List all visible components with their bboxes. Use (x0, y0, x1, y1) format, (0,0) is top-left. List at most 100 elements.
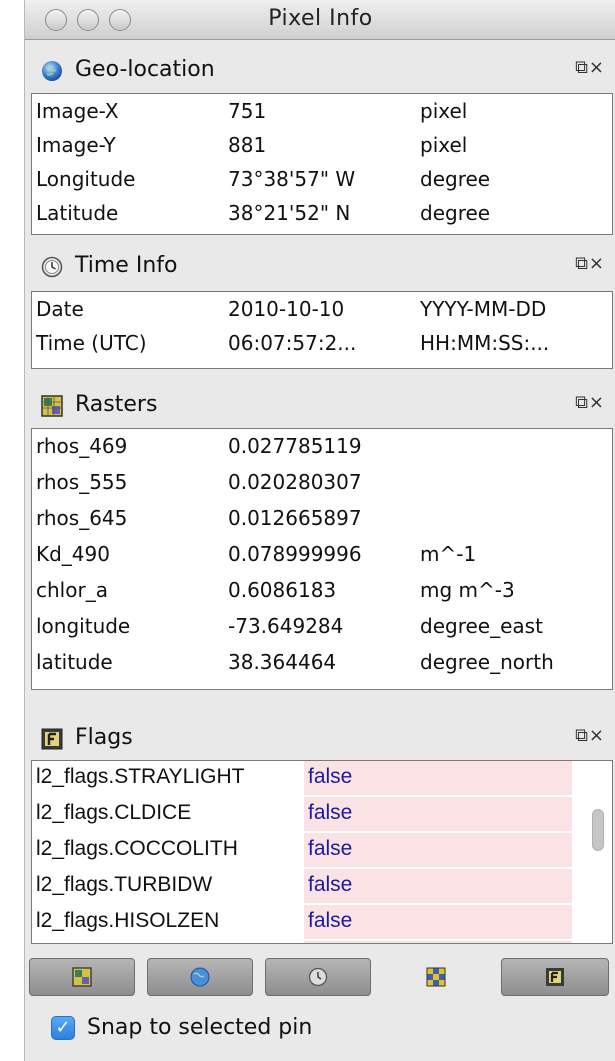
snap-to-pin-checkbox[interactable]: ✓ (51, 1016, 75, 1040)
geo-unit-cell: degree (420, 201, 491, 225)
flags-scroll-thumb[interactable] (592, 809, 604, 851)
rasters-name-cell: rhos_469 (36, 434, 128, 458)
tab-pixel-view[interactable] (383, 958, 489, 996)
flag-value-cell: false (304, 941, 572, 943)
flag-row[interactable]: l2_flags.TURBIDW false (32, 869, 612, 903)
geo-row: Image-X 751 pixel (32, 96, 612, 130)
flag-value-cell: false (304, 833, 572, 867)
rasters-unit-cell: degree_north (420, 650, 554, 674)
flags-table[interactable]: l2_flags.LOWLWfalsel2_flags.HISOLZENfals… (31, 760, 613, 944)
flag-row[interactable]: l2_flags.STRAYLIGHT false (32, 761, 612, 795)
geo-location-header[interactable]: Geo-location ⧉× (31, 52, 613, 90)
time-unit-cell: YYYY-MM-DD (420, 297, 547, 321)
tab-rasters[interactable] (29, 958, 135, 996)
panel-tab-bar (25, 958, 615, 998)
rasters-value-cell: 0.6086183 (228, 578, 337, 602)
flags-f-icon (546, 968, 564, 986)
geo-unit-cell: pixel (420, 99, 468, 123)
geo-location-float-close-controls[interactable]: ⧉× (575, 57, 605, 78)
geo-row: Longitude 73°38'57" W degree (32, 164, 612, 198)
rasters-name-cell: Kd_490 (36, 542, 110, 566)
flag-value-cell: false (304, 761, 572, 795)
rasters-row: latitude 38.364464 degree_north (32, 647, 612, 681)
flag-value-cell: false (304, 797, 572, 831)
time-name-cell: Time (UTC) (36, 331, 147, 355)
rasters-row: longitude -73.649284 degree_east (32, 611, 612, 645)
rasters-title: Rasters (75, 392, 158, 417)
geo-unit-cell: pixel (420, 133, 468, 157)
geo-name-cell: Image-Y (36, 133, 116, 157)
time-info-float-close-controls[interactable]: ⧉× (575, 253, 605, 274)
rasters-value-cell: -73.649284 (228, 614, 344, 638)
globe-icon (190, 967, 210, 987)
raster-grid-icon (41, 395, 63, 417)
geo-value-cell: 73°38'57" W (228, 167, 356, 191)
rasters-value-cell: 0.012665897 (228, 506, 362, 530)
geo-unit-cell: degree (420, 167, 491, 191)
flag-row[interactable]: l2_flags.CLDICE false (32, 797, 612, 831)
rasters-unit-cell: m^-1 (420, 542, 477, 566)
rasters-name-cell: rhos_555 (36, 470, 128, 494)
geo-name-cell: Longitude (36, 167, 136, 191)
rasters-row: chlor_a 0.6086183 mg m^-3 (32, 575, 612, 609)
rasters-row: rhos_555 0.020280307 (32, 467, 612, 501)
geo-value-cell: 881 (228, 133, 267, 157)
flag-name-cell: l2_flags.TURBIDW (36, 873, 213, 896)
time-info-header[interactable]: Time Info ⧉× (31, 248, 613, 286)
clock-icon (41, 256, 63, 278)
rasters-value-cell: 0.027785119 (228, 434, 362, 458)
time-name-cell: Date (36, 297, 84, 321)
flag-value-cell: false (304, 869, 572, 903)
rasters-value-cell: 0.020280307 (228, 470, 362, 494)
rasters-name-cell: longitude (36, 614, 131, 638)
flags-header[interactable]: Flags ⧉× (31, 720, 613, 758)
title-bar[interactable]: Pixel Info (25, 0, 615, 40)
flag-name-cell: l2_flags.CLDICE (36, 801, 192, 824)
time-row: Time (UTC) 06:07:57:2... HH:MM:SS:... (32, 328, 612, 362)
rasters-name-cell: latitude (36, 650, 113, 674)
tab-geo-location[interactable] (147, 958, 253, 996)
flags-float-close-controls[interactable]: ⧉× (575, 725, 605, 746)
rasters-value-cell: 38.364464 (228, 650, 337, 674)
geo-name-cell: Latitude (36, 201, 119, 225)
flag-row[interactable]: l2_flags.HISOLZEN false (32, 905, 612, 939)
rasters-value-cell: 0.078999996 (228, 542, 362, 566)
tab-flags[interactable] (501, 958, 609, 996)
pixel-mosaic-icon (426, 967, 446, 987)
time-info-table: Date 2010-10-10 YYYY-MM-DD Time (UTC) 06:07:… (31, 291, 613, 369)
pixel-info-window: Pixel Info Geo-location ⧉× Image-X 751 pix… (24, 0, 615, 1061)
flag-name-cell: l2_flags.STRAYLIGHT (36, 765, 245, 788)
globe-icon (42, 61, 62, 81)
geo-location-table: Image-X 751 pixel Image-Y 881 pixel Longitude 7… (31, 93, 613, 235)
rasters-unit-cell: mg m^-3 (420, 578, 515, 602)
flag-row[interactable]: l2_flags.COCCOLITH false (32, 833, 612, 867)
raster-grid-icon (72, 967, 92, 987)
geo-row: Latitude 38°21'52" N degree (32, 198, 612, 232)
time-unit-cell: HH:MM:SS:... (420, 331, 550, 355)
time-value-cell: 2010-10-10 (228, 297, 345, 321)
tab-time-info[interactable] (265, 958, 371, 996)
flag-name-cell: l2_flags.HISOLZEN (36, 909, 220, 932)
time-row: Date 2010-10-10 YYYY-MM-DD (32, 294, 612, 328)
rasters-row: Kd_490 0.078999996 m^-1 (32, 539, 612, 573)
flag-name-cell: l2_flags.COCCOLITH (36, 837, 238, 860)
rasters-row: rhos_469 0.027785119 (32, 431, 612, 465)
geo-location-title: Geo-location (75, 57, 215, 82)
rasters-row: rhos_645 0.012665897 (32, 503, 612, 537)
flags-title: Flags (75, 725, 133, 750)
rasters-name-cell: rhos_645 (36, 506, 128, 530)
snap-to-pin-label: Snap to selected pin (87, 1015, 313, 1040)
rasters-float-close-controls[interactable]: ⧉× (575, 392, 605, 413)
rasters-name-cell: chlor_a (36, 578, 108, 602)
geo-row: Image-Y 881 pixel (32, 130, 612, 164)
flag-row[interactable]: l2_flags.LOWLWfalse (32, 941, 612, 943)
flag-value-cell: false (304, 905, 572, 939)
geo-name-cell: Image-X (36, 99, 119, 123)
time-info-title: Time Info (75, 253, 178, 278)
window-title: Pixel Info (268, 6, 373, 31)
rasters-table: rhos_469 0.027785119 rhos_555 0.020280307 rh… (31, 428, 613, 690)
flags-scrollbar[interactable] (588, 761, 608, 943)
rasters-header[interactable]: Rasters ⧉× (31, 387, 613, 425)
flags-f-icon (41, 728, 63, 750)
rasters-unit-cell: degree_east (420, 614, 543, 638)
